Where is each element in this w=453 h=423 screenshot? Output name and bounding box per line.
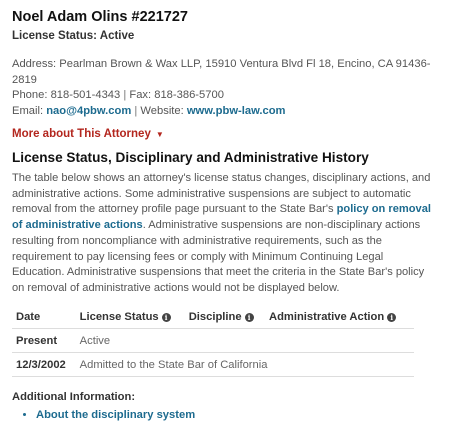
contact-block: Address: Pearlman Brown & Wax LLP, 15910… — [12, 57, 443, 119]
license-status: License Status: Active — [12, 30, 135, 42]
info-circle-icon[interactable]: i — [161, 312, 171, 322]
disciplinary-system-link[interactable]: About the disciplinary system — [36, 409, 195, 421]
row-date: Present — [12, 328, 76, 353]
more-about-attorney-toggle[interactable]: More about This Attorney ▼ — [12, 127, 164, 142]
address-line: Address: Pearlman Brown & Wax LLP, 15910… — [12, 58, 431, 86]
col-header-discipline: Discipline i — [184, 304, 265, 329]
email-website-line: Email: nao@4pbw.com | Website: www.pbw-l… — [12, 104, 443, 120]
table-header-row: Date License Status i Discipline i Adminis… — [12, 304, 414, 329]
fax-text: Fax: 818-386-5700 — [129, 89, 224, 101]
history-table: Date License Status i Discipline i Adminis… — [12, 304, 414, 377]
col-header-license-status: License Status i — [75, 304, 185, 329]
history-section-title: License Status, Disciplinary and Adminis… — [12, 150, 369, 165]
history-description: The table below shows an attorney's lice… — [12, 171, 432, 297]
attorney-profile: Noel Adam Olins #221727 License Status: … — [0, 0, 453, 423]
row-license-status: Admitted to the State Bar of California — [75, 352, 414, 377]
phone-fax-line: Phone: 818-501-4343 | Fax: 818-386-5700 — [12, 88, 443, 104]
list-item: About the disciplinary system — [36, 407, 443, 423]
additional-info-label: Additional Information: — [12, 390, 136, 403]
additional-info-list: About the disciplinary system — [12, 407, 443, 423]
website-label: Website: — [140, 104, 184, 117]
row-date: 12/3/2002 — [12, 352, 76, 377]
separator: | — [123, 89, 127, 101]
email-link[interactable]: nao@4pbw.com — [46, 105, 131, 117]
col-header-date: Date — [12, 304, 76, 329]
caret-down-icon: ▼ — [155, 130, 164, 139]
separator: | — [134, 104, 138, 117]
email-label: Email: — [12, 104, 44, 117]
info-circle-icon[interactable]: i — [244, 312, 254, 322]
row-license-status: Active — [75, 328, 414, 353]
info-circle-icon[interactable]: i — [387, 312, 397, 322]
attorney-name: Noel Adam Olins #221727 — [12, 9, 188, 25]
table-row: 12/3/2002 Admitted to the State Bar of C… — [12, 352, 414, 377]
col-header-administrative-action: Administrative Action i — [264, 304, 414, 329]
table-row: Present Active — [12, 328, 414, 353]
website-link[interactable]: www.pbw-law.com — [187, 105, 286, 117]
phone-text: Phone: 818-501-4343 — [12, 89, 121, 101]
more-about-label: More about This Attorney — [12, 128, 151, 140]
